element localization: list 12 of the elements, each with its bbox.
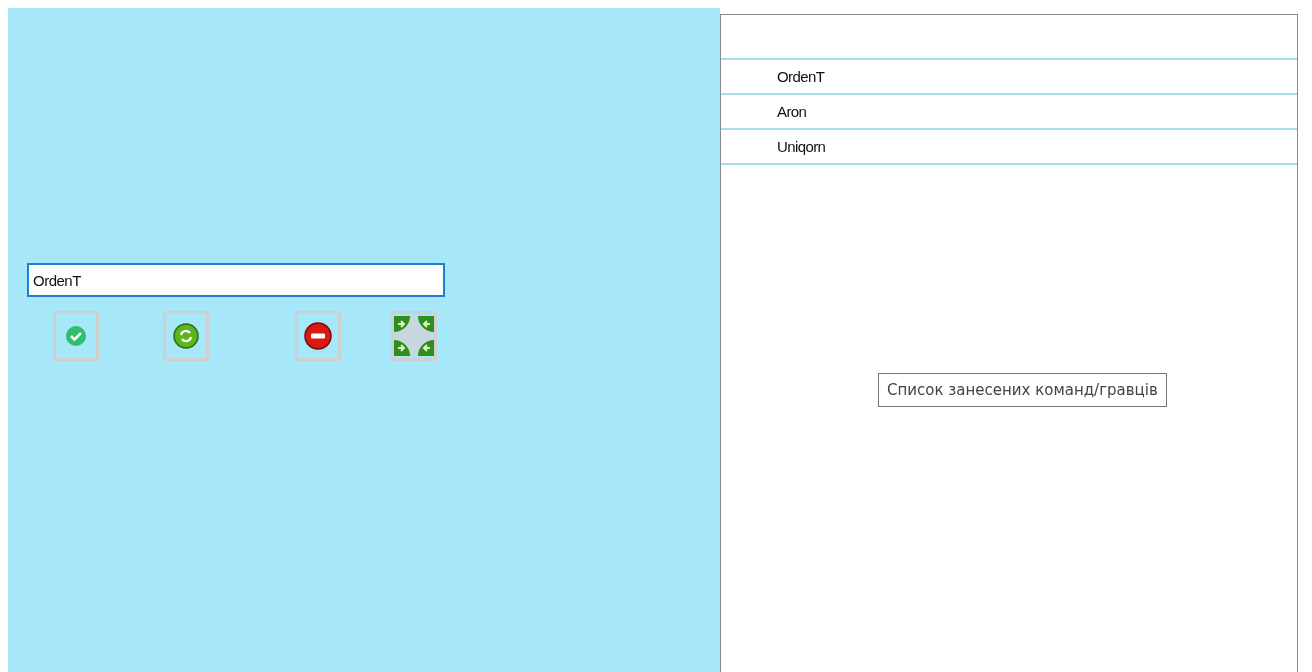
- list-item[interactable]: Uniqorn: [721, 130, 1297, 165]
- refresh-icon: [173, 323, 199, 349]
- list-item[interactable]: Aron: [721, 95, 1297, 130]
- delete-button[interactable]: [295, 311, 341, 361]
- tooltip: Список занесених команд/гравців: [878, 373, 1167, 407]
- no-entry-icon: [304, 322, 332, 350]
- name-input-field[interactable]: OrdenT: [27, 263, 445, 297]
- refresh-button[interactable]: [163, 311, 209, 361]
- check-icon: [65, 325, 87, 347]
- expand-button[interactable]: [391, 311, 437, 361]
- arrows-icon: [394, 316, 434, 356]
- list-item[interactable]: OrdenT: [721, 60, 1297, 95]
